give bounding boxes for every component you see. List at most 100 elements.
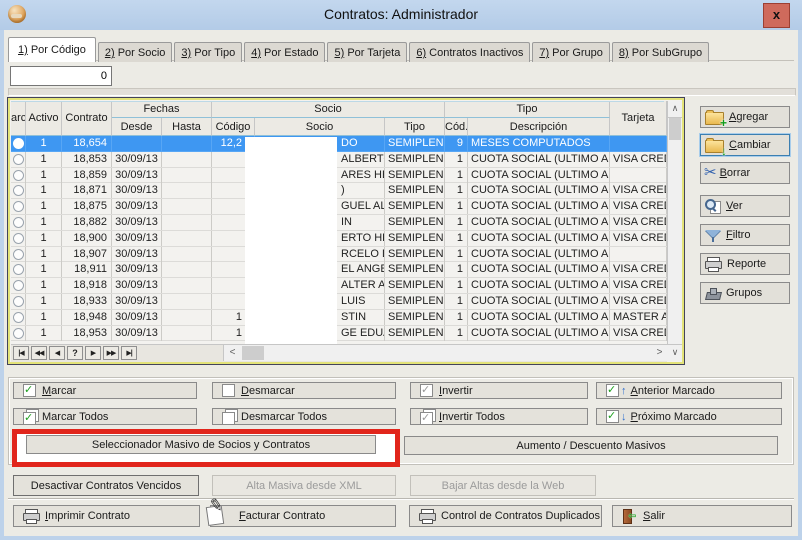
row-marker-cell[interactable] [11,247,26,262]
borrar-button[interactable]: ✂ Borrar [700,162,790,184]
row-radio-icon[interactable] [13,296,24,307]
nav-next-button[interactable]: ▶ [85,346,101,360]
row-radio-icon[interactable] [13,264,24,275]
table-row[interactable]: 1 18,953 30/09/13 1 GE EDUA SEMIPLENO 1 … [11,326,667,342]
agregar-button[interactable]: + Agregar [700,106,790,128]
row-marker-cell[interactable] [11,326,26,341]
table-row[interactable]: 1 18,859 30/09/13 ARES HE SEMIPLENO 1 CU… [11,168,667,184]
row-marker-cell[interactable] [11,199,26,214]
titlebar[interactable]: Contratos: Administrador x [0,0,802,30]
row-radio-icon[interactable] [13,138,24,149]
table-row[interactable]: 1 18,907 30/09/13 RCELO DA SEMIPLENO 1 C… [11,247,667,263]
imprimir-contrato-button[interactable]: Imprimir Contrato [13,505,200,527]
proximo-marcado-button[interactable]: ↓Próximo Marcado [596,408,782,425]
bajar-altas-web-button[interactable]: Bajar Altas desde la Web [410,475,596,496]
vertical-scroll-thumb[interactable] [669,118,681,140]
row-radio-icon[interactable] [13,280,24,291]
facturar-contrato-button[interactable]: Facturar Contrato [210,505,396,527]
reporte-button[interactable]: Reporte [700,253,790,275]
cell-activo: 1 [26,326,62,341]
nav-prev-button[interactable]: ◀ [49,346,65,360]
row-marker-cell[interactable] [11,136,26,151]
alta-masiva-xml-button[interactable]: Alta Masiva desde XML [212,475,396,496]
marcar-button[interactable]: Marcar [13,382,197,399]
row-marker-cell[interactable] [11,278,26,293]
cell-hasta [162,136,212,151]
seleccionador-masivo-button[interactable]: Seleccionador Masivo de Socios y Contrat… [26,435,376,454]
tab-por-grupo[interactable]: 7) Por Grupo [532,42,610,62]
salir-button[interactable]: ⇦ Salir [612,505,792,527]
row-marker-cell[interactable] [11,215,26,230]
row-marker-cell[interactable] [11,168,26,183]
table-row[interactable]: 1 18,948 30/09/13 1 STIN SEMIPLENO 1 CUO… [11,310,667,326]
table-row[interactable]: 1 18,875 30/09/13 GUEL ALE SEMIPLENO 1 C… [11,199,667,215]
table-row[interactable]: 1 18,933 30/09/13 LUIS SEMIPLENO 1 CUOTA… [11,294,667,310]
row-radio-icon[interactable] [13,185,24,196]
scroll-down-icon[interactable]: ∨ [668,344,682,361]
row-marker-cell[interactable] [11,294,26,309]
cell-descripcion: CUOTA SOCIAL (ULTIMO A [468,310,610,325]
tab-por-codigo[interactable]: 1) Por Código [8,37,96,62]
nav-fast-back-button[interactable]: ◀◀ [31,346,47,360]
cambiar-button[interactable]: ↓ Cambiar [700,134,790,156]
row-marker-cell[interactable] [11,262,26,277]
table-row[interactable]: 1 18,918 30/09/13 ALTER AN SEMIPLENO 1 C… [11,278,667,294]
cell-activo: 1 [26,294,62,309]
table-row[interactable]: 1 18,654 12,2 DO SEMIPLENO 9 MESES COMPU… [11,136,667,152]
tab-por-socio[interactable]: 2) Por Socio [98,42,173,62]
table-row[interactable]: 1 18,853 30/09/13 ALBERTO SEMIPLENO 1 CU… [11,152,667,168]
row-radio-icon[interactable] [13,170,24,181]
marcar-todos-label: Marcar Todos [42,411,108,423]
row-radio-icon[interactable] [13,201,24,212]
grupos-button[interactable]: Grupos [700,282,790,304]
row-radio-icon[interactable] [13,233,24,244]
nav-search-button[interactable]: ? [67,346,83,360]
scroll-right-icon[interactable]: > [651,345,668,361]
scroll-left-icon[interactable]: < [224,345,241,361]
ver-button[interactable]: Ver [700,195,790,217]
desmarcar-button[interactable]: Desmarcar [212,382,396,399]
tab-por-subgrupo[interactable]: 8) Por SubGrupo [612,42,709,62]
row-radio-icon[interactable] [13,328,24,339]
table-row[interactable]: 1 18,911 30/09/13 EL ANGE SEMIPLENO 1 CU… [11,262,667,278]
anterior-marcado-button[interactable]: ↑Anterior Marcado [596,382,782,399]
nav-last-button[interactable]: ▶| [121,346,137,360]
imprimir-label: Imprimir Contrato [45,510,130,522]
cell-descripcion: CUOTA SOCIAL (ULTIMO A [468,231,610,246]
vertical-scrollbar[interactable]: ∧ ∨ [667,101,682,361]
row-marker-cell[interactable] [11,152,26,167]
row-radio-icon[interactable] [13,249,24,260]
table-row[interactable]: 1 18,871 30/09/13 ) SEMIPLENO 1 CUOTA SO… [11,183,667,199]
invertir-todos-button[interactable]: Invertir Todos [410,408,588,425]
scroll-up-icon[interactable]: ∧ [668,101,682,118]
contracts-grid[interactable]: arca Activo Contrato Fechas Socio Tipo D… [8,98,684,364]
desactivar-vencidos-button[interactable]: Desactivar Contratos Vencidos [13,475,199,496]
table-row[interactable]: 1 18,882 30/09/13 IN SEMIPLENO 1 CUOTA S… [11,215,667,231]
cell-hasta [162,310,212,325]
marcar-todos-button[interactable]: Marcar Todos [13,408,197,425]
codigo-filter-input[interactable] [10,66,112,86]
desmarcar-todos-button[interactable]: Desmarcar Todos [212,408,396,425]
tab-por-tipo[interactable]: 3) Por Tipo [174,42,242,62]
tab-por-estado[interactable]: 4) Por Estado [244,42,325,62]
table-row[interactable]: 1 18,900 30/09/13 ERTO HE SEMIPLENO 1 CU… [11,231,667,247]
horizontal-scrollbar[interactable]: < > [223,345,668,361]
row-marker-cell[interactable] [11,231,26,246]
nav-fast-forward-button[interactable]: ▶▶ [103,346,119,360]
tab-por-tarjeta[interactable]: 5) Por Tarjeta [327,42,407,62]
marcar-label: Marcar [42,385,76,397]
row-radio-icon[interactable] [13,312,24,323]
row-radio-icon[interactable] [13,154,24,165]
horizontal-scroll-thumb[interactable] [242,346,264,360]
cell-tarjeta: VISA CRED [610,231,667,246]
row-marker-cell[interactable] [11,183,26,198]
close-button[interactable]: x [763,3,790,28]
aumento-descuento-button[interactable]: Aumento / Descuento Masivos [404,436,778,455]
control-duplicados-button[interactable]: Control de Contratos Duplicados [409,505,602,527]
invertir-button[interactable]: Invertir [410,382,588,399]
row-marker-cell[interactable] [11,310,26,325]
nav-first-button[interactable]: |◀ [13,346,29,360]
row-radio-icon[interactable] [13,217,24,228]
filtro-button[interactable]: Filtro [700,224,790,246]
tab-contratos-inactivos[interactable]: 6) Contratos Inactivos [409,42,530,62]
